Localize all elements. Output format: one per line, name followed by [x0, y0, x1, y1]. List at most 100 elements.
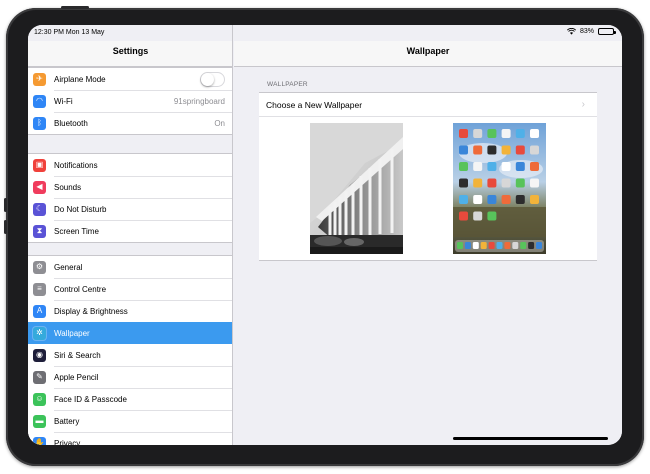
- dock-icon: [457, 242, 463, 249]
- sidebar-item-label: Bluetooth: [54, 118, 88, 128]
- sidebar-item-do-not-disturb[interactable]: ☾ Do Not Disturb: [28, 198, 232, 220]
- sidebar-item-label: Face ID & Passcode: [54, 394, 127, 404]
- sidebar-item-control-centre[interactable]: ≡ Control Centre: [28, 278, 232, 300]
- app-icon: [473, 195, 483, 204]
- app-icon: [459, 195, 468, 204]
- pencil-icon: ✎: [33, 370, 46, 384]
- app-icon: [487, 195, 497, 204]
- app-icon: [515, 129, 525, 138]
- dock-icon: [512, 242, 519, 249]
- sidebar-item-label: Apple Pencil: [54, 372, 99, 382]
- sidebar-item-apple-pencil[interactable]: ✎ Apple Pencil: [28, 366, 232, 388]
- dock-icon: [536, 242, 542, 249]
- status-time: 12:30 PM Mon 13 May: [34, 29, 105, 36]
- app-icon: [473, 129, 483, 138]
- dock-icon: [496, 242, 503, 249]
- sidebar-item-label: Privacy: [54, 438, 81, 446]
- app-icon: [487, 211, 497, 221]
- sidebar-item-notifications[interactable]: ▣ Notifications: [28, 154, 232, 176]
- dock-icon: [528, 242, 535, 249]
- wifi-status-icon: [566, 28, 576, 35]
- top-button: [61, 6, 89, 9]
- app-icon: [459, 145, 468, 155]
- settings-group: ✈ Airplane Mode ◠ Wi-Fi 91springboard ᛒ Blueto…: [28, 67, 232, 135]
- sidebar-item-label: Do Not Disturb: [54, 204, 107, 214]
- app-icon: [473, 162, 483, 171]
- sidebar-item-face-id-passcode[interactable]: ☺ Face ID & Passcode: [28, 388, 232, 410]
- sidebar-item-label: Siri & Search: [54, 350, 101, 360]
- toggle-knob: [201, 72, 214, 86]
- choose-new-wallpaper-row[interactable]: Choose a New Wallpaper ›: [259, 93, 597, 117]
- airplane-icon: ✈: [33, 72, 46, 86]
- app-icon: [459, 162, 468, 171]
- sidebar-item-wallpaper[interactable]: ✲ Wallpaper: [28, 322, 232, 344]
- airplane-mode-toggle[interactable]: [200, 71, 225, 87]
- app-icon: [473, 178, 483, 188]
- sidebar-item-label: Airplane Mode: [54, 74, 106, 84]
- dock-icon: [472, 242, 479, 249]
- screen: 12:30 PM Mon 13 May 83% Settings ✈ Airpla…: [28, 25, 622, 445]
- text-size-icon: A: [33, 304, 46, 318]
- app-icon: [530, 195, 539, 204]
- wallpaper-detail-pane: Wallpaper WALLPAPER Choose a New Wallpap…: [234, 25, 622, 445]
- app-icon: [530, 129, 539, 138]
- gear-icon: ⚙: [33, 260, 46, 274]
- dock-icon: [480, 242, 487, 249]
- power-button: [4, 198, 7, 212]
- sidebar-item-label: Screen Time: [54, 226, 99, 236]
- sidebar-item-sounds[interactable]: ◀ Sounds: [28, 176, 232, 198]
- app-icon: [487, 129, 497, 138]
- app-icon: [473, 145, 483, 155]
- chevron-right-icon: ›: [581, 99, 585, 110]
- app-icon: [501, 178, 511, 188]
- dock-icon: [488, 242, 495, 249]
- sidebar-item-battery[interactable]: ▬ Battery: [28, 410, 232, 432]
- app-icon: [501, 195, 511, 204]
- switches-icon: ≡: [33, 282, 46, 296]
- sidebar-item-siri-search[interactable]: ◉ Siri & Search: [28, 344, 232, 366]
- settings-group: ▣ Notifications ◀ Sounds ☾ Do Not Disturb ⧗ Scr…: [28, 153, 232, 243]
- battery-status-icon: [598, 28, 616, 35]
- bluetooth-icon: ᛒ: [33, 116, 46, 130]
- app-icon: [530, 162, 539, 171]
- status-bar: 12:30 PM Mon 13 May 83%: [28, 25, 622, 41]
- face-id-icon: ☺: [33, 392, 46, 406]
- sidebar-item-label: Notifications: [54, 160, 98, 170]
- sidebar-item-screen-time[interactable]: ⧗ Screen Time: [28, 220, 232, 242]
- battery-icon: ▬: [33, 414, 46, 428]
- sidebar-item-display-brightness[interactable]: A Display & Brightness: [28, 300, 232, 322]
- sidebar-item-label: Wallpaper: [54, 328, 90, 338]
- sidebar-item-bluetooth[interactable]: ᛒ Bluetooth On: [28, 112, 232, 134]
- sidebar-item-general[interactable]: ⚙ General: [28, 256, 232, 278]
- settings-sidebar[interactable]: Settings ✈ Airplane Mode ◠ Wi-Fi 91springboa…: [28, 25, 233, 445]
- app-icon: [515, 145, 525, 155]
- app-icon: [487, 162, 497, 171]
- app-icon: [501, 145, 511, 155]
- detail-title: Wallpaper: [234, 41, 622, 67]
- battery-percent: 83%: [579, 28, 594, 35]
- speaker-icon: ◀: [33, 180, 46, 194]
- app-icon: [459, 129, 468, 138]
- sidebar-item-airplane-mode[interactable]: ✈ Airplane Mode: [28, 68, 232, 90]
- sidebar-item-label: Wi-Fi: [54, 96, 73, 106]
- sidebar-item-label: Battery: [54, 416, 80, 426]
- home-screen-wallpaper-preview[interactable]: [453, 123, 546, 254]
- moon-icon: ☾: [33, 202, 46, 216]
- sidebar-item-label: General: [54, 262, 83, 272]
- app-icon: [459, 211, 468, 221]
- hourglass-icon: ⧗: [33, 224, 46, 238]
- sidebar-item-wi-fi[interactable]: ◠ Wi-Fi 91springboard: [28, 90, 232, 112]
- app-icon: [487, 178, 497, 188]
- dock-icon: [504, 242, 511, 249]
- wallpaper-card: Choose a New Wallpaper ›: [259, 92, 597, 261]
- sidebar-item-privacy[interactable]: ✋ Privacy: [28, 432, 232, 446]
- dock-icon: [464, 242, 471, 249]
- flower-icon: ✲: [33, 326, 46, 340]
- sidebar-item-label: Control Centre: [54, 284, 107, 294]
- choose-new-wallpaper-label: Choose a New Wallpaper: [266, 99, 363, 110]
- app-icon: [530, 145, 539, 155]
- app-icon: [501, 129, 511, 138]
- dock-icon: [520, 242, 527, 249]
- sidebar-item-label: Sounds: [54, 182, 82, 192]
- lock-screen-wallpaper-preview[interactable]: [310, 123, 403, 254]
